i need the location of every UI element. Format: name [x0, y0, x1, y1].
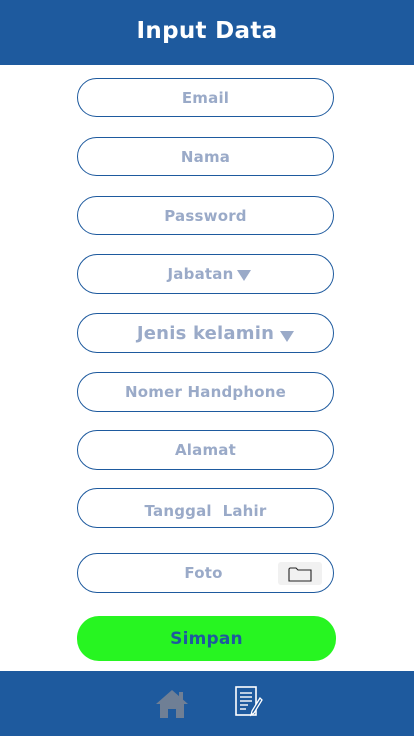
form-document-icon[interactable]: [234, 684, 264, 718]
alamat-placeholder: Alamat: [175, 441, 236, 459]
tanggal-lahir-field[interactable]: Tanggal Lahir: [77, 488, 334, 528]
bottom-nav: [0, 671, 414, 736]
dropdown-arrow-icon: [237, 269, 252, 281]
browse-file-button[interactable]: [278, 562, 322, 585]
email-placeholder: Email: [181, 88, 230, 107]
jenis-kelamin-dropdown[interactable]: Jenis kelamin: [77, 313, 334, 353]
folder-icon: [288, 566, 312, 582]
password-field[interactable]: Password: [77, 196, 334, 235]
email-field[interactable]: Email: [77, 78, 334, 117]
nama-placeholder: Nama: [180, 147, 231, 166]
jenis-kelamin-placeholder: Jenis kelamin: [136, 322, 275, 344]
nama-field[interactable]: Nama: [77, 137, 334, 176]
foto-field[interactable]: Foto: [77, 553, 334, 593]
password-placeholder: Password: [164, 206, 247, 225]
foto-placeholder: Foto: [184, 564, 223, 582]
dropdown-arrow-icon: [280, 330, 295, 342]
page-title: Input Data: [136, 17, 278, 44]
save-button[interactable]: Simpan: [77, 616, 336, 661]
tanggal-lahir-placeholder: Tanggal Lahir: [144, 501, 267, 520]
home-icon[interactable]: [155, 688, 189, 720]
save-button-label: Simpan: [170, 628, 243, 649]
alamat-field[interactable]: Alamat: [77, 430, 334, 470]
jabatan-placeholder: Jabatan: [167, 265, 234, 283]
handphone-placeholder: Nomer Handphone: [125, 383, 286, 401]
handphone-field[interactable]: Nomer Handphone: [77, 372, 334, 412]
app-header: Input Data: [0, 0, 414, 65]
jabatan-dropdown[interactable]: Jabatan: [77, 254, 334, 294]
